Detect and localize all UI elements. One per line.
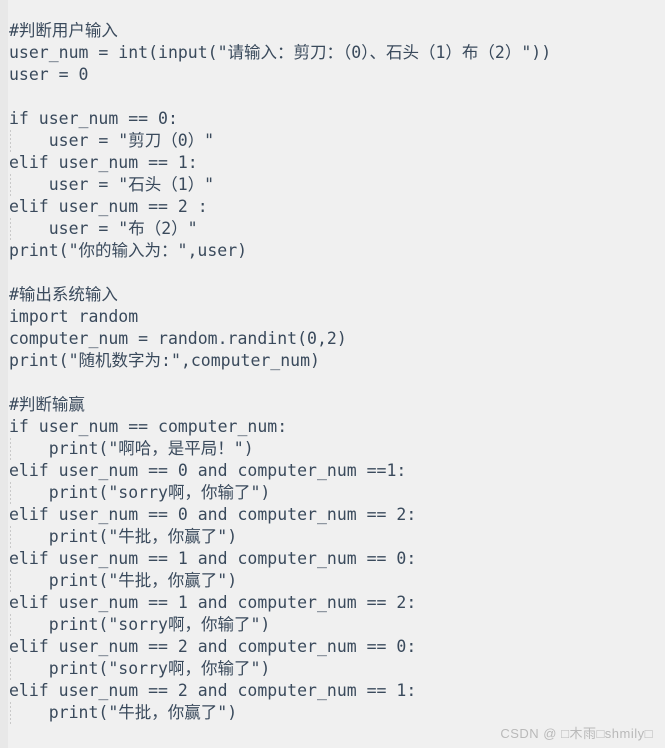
code-line: if user_num == 0: [0,108,665,130]
code-line-text: elif user_num == 0 and computer_num == 2… [9,505,417,524]
code-line: user = 0 [0,64,665,86]
code-line: print("牛批，你赢了") [0,702,665,724]
code-line: user_num = int(input("请输入：剪刀：（0）、石头（1）布（… [0,42,665,64]
code-line-text: print("sorry啊，你输了") [9,615,271,634]
code-line: elif user_num == 0 and computer_num ==1: [0,460,665,482]
code-line: print("牛批，你赢了") [0,526,665,548]
code-line-text: elif user_num == 1: [9,153,198,172]
code-line-text: import random [9,307,139,326]
code-line-text: computer_num = random.randint(0,2) [9,329,347,348]
code-line: elif user_num == 2 : [0,196,665,218]
code-line: user = "布（2）" [0,218,665,240]
code-line-text: print("随机数字为:",computer_num) [9,351,320,370]
code-line: elif user_num == 0 and computer_num == 2… [0,504,665,526]
code-line: user = "石头（1）" [0,174,665,196]
code-line: elif user_num == 2 and computer_num == 1… [0,680,665,702]
code-line: print("sorry啊，你输了") [0,658,665,680]
code-line-text: #判断输赢 [9,395,85,414]
code-line: print("sorry啊，你输了") [0,614,665,636]
code-line-text: print("你的输入为：",user) [9,241,248,260]
code-line: print("随机数字为:",computer_num) [0,350,665,372]
code-line-text: elif user_num == 2 : [9,197,208,216]
code-line: computer_num = random.randint(0,2) [0,328,665,350]
code-line-text: if user_num == 0: [9,109,178,128]
code-line-text: print("sorry啊，你输了") [9,483,271,502]
code-line: print("sorry啊，你输了") [0,482,665,504]
code-line: user = "剪刀（0）" [0,130,665,152]
code-line-text: user = "剪刀（0）" [9,131,215,150]
code-line: elif user_num == 1 and computer_num == 0… [0,548,665,570]
code-line-text: elif user_num == 2 and computer_num == 0… [9,637,417,656]
code-line-text: if user_num == computer_num: [9,417,288,436]
code-line-text: user_num = int(input("请输入：剪刀：（0）、石头（1）布（… [9,43,552,62]
code-lines-container: #判断用户输入 user_num = int(input("请输入：剪刀：（0）、… [0,20,665,724]
code-line: #判断输赢 [0,394,665,416]
code-line: #判断用户输入 [0,20,665,42]
code-line-text: elif user_num == 1 and computer_num == 2… [9,593,417,612]
code-line-text: user = "布（2）" [9,219,198,238]
code-snippet-block: #判断用户输入 user_num = int(input("请输入：剪刀：（0）、… [0,0,665,748]
code-line-text: user = "石头（1）" [9,175,215,194]
code-line-text: print("牛批，你赢了") [9,571,238,590]
code-line: elif user_num == 2 and computer_num == 0… [0,636,665,658]
code-line-text: user = 0 [9,65,89,84]
code-line: #输出系统输入 [0,284,665,306]
code-line: import random [0,306,665,328]
code-line-text: print("牛批，你赢了") [9,703,238,722]
code-line-text: print("啊哈，是平局！") [9,439,254,458]
code-line: elif user_num == 1 and computer_num == 2… [0,592,665,614]
code-line: print("你的输入为：",user) [0,240,665,262]
code-line-text: print("sorry啊，你输了") [9,659,271,678]
code-line: elif user_num == 1: [0,152,665,174]
code-line-text: #输出系统输入 [9,285,118,304]
code-line: if user_num == computer_num: [0,416,665,438]
code-line-text: print("牛批，你赢了") [9,527,238,546]
code-line-text: elif user_num == 0 and computer_num ==1: [9,461,407,480]
code-line: print("啊哈，是平局！") [0,438,665,460]
code-line-text: #判断用户输入 [9,21,118,40]
code-line-text: elif user_num == 1 and computer_num == 0… [9,549,417,568]
csdn-watermark: CSDN @ □木雨□shmily□ [500,726,653,741]
code-line: print("牛批，你赢了") [0,570,665,592]
code-line-text: elif user_num == 2 and computer_num == 1… [9,681,417,700]
